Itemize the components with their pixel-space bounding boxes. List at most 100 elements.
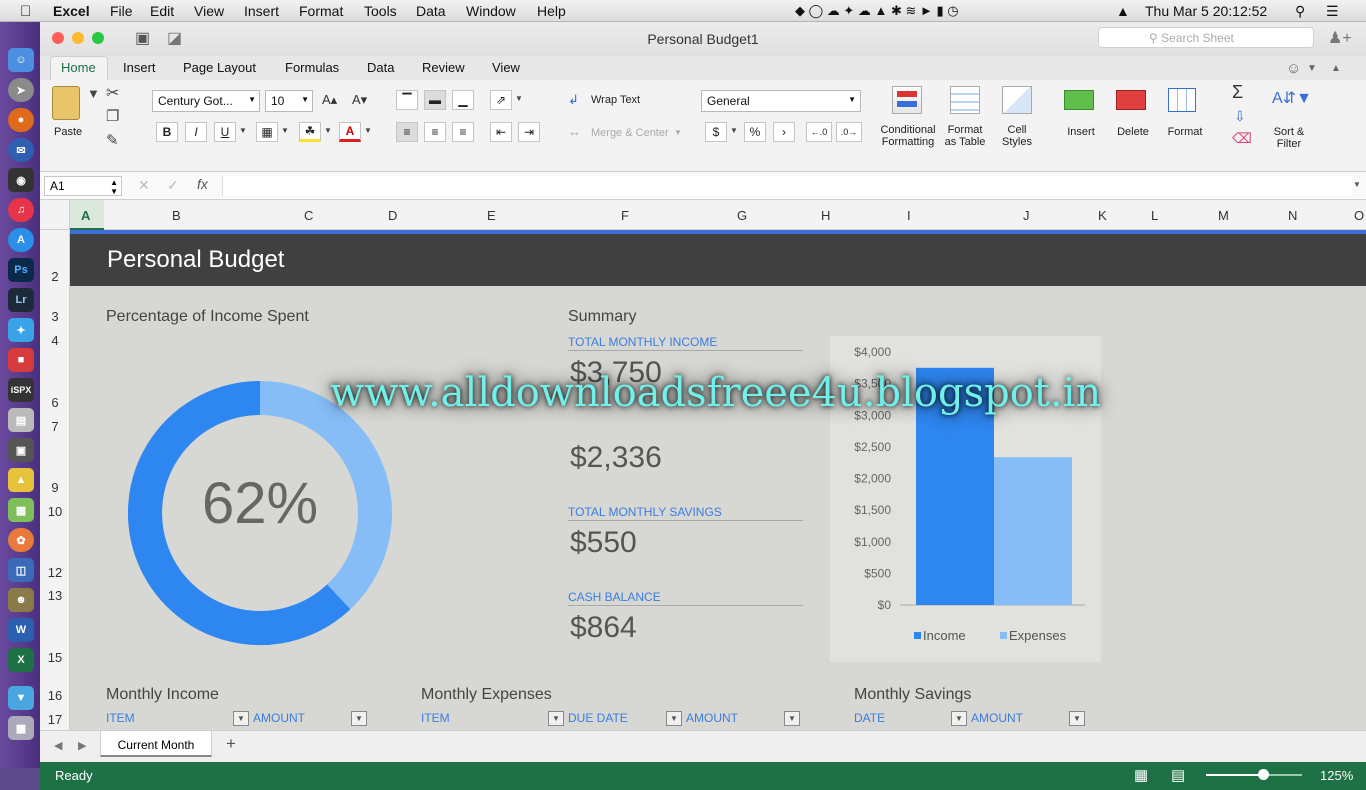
format-as-table-label-2[interactable]: as Table	[940, 136, 990, 148]
col-header-g[interactable]: G	[737, 208, 747, 223]
underline-button[interactable]: U	[214, 122, 236, 142]
smiley-dropdown-icon[interactable]: ▼	[1307, 63, 1317, 74]
align-top-icon[interactable]: ▔	[396, 90, 418, 110]
underline-dropdown-icon[interactable]: ▼	[239, 126, 247, 135]
font-color-dropdown-icon[interactable]: ▼	[364, 126, 372, 135]
increase-indent-icon[interactable]: ⇥	[518, 122, 540, 142]
expenses-due-date-filter-icon[interactable]: ▼	[666, 711, 682, 726]
expenses-amount-filter-icon[interactable]: ▼	[784, 711, 800, 726]
cancel-formula-icon[interactable]: ✕	[138, 177, 150, 194]
preview-icon[interactable]: ▦	[8, 498, 34, 522]
zoom-slider-knob[interactable]	[1258, 769, 1269, 780]
insert-cells-icon[interactable]	[1064, 90, 1094, 110]
normal-view-icon[interactable]: ▦	[1134, 766, 1148, 784]
insert-function-icon[interactable]: fx	[197, 176, 208, 192]
tab-review[interactable]: Review	[422, 60, 465, 75]
currency-button[interactable]: $	[705, 122, 727, 142]
col-header-e[interactable]: E	[487, 208, 496, 223]
lightroom-icon[interactable]: Lr	[8, 288, 34, 312]
status-icons[interactable]: ◆ ◯ ☁ ✦ ☁ ▲ ✱ ≋ ► ▮ ◷	[795, 3, 959, 19]
confirm-formula-icon[interactable]: ✓	[167, 177, 179, 194]
col-header-l[interactable]: L	[1151, 208, 1158, 223]
align-right-icon[interactable]: ≡	[452, 122, 474, 142]
cut-icon[interactable]: ✂	[106, 83, 119, 103]
menu-file[interactable]: File	[110, 3, 133, 19]
next-sheet-icon[interactable]: ▶	[78, 739, 86, 752]
format-as-table-icon[interactable]	[950, 86, 980, 114]
borders-icon[interactable]: ▦	[256, 122, 278, 142]
expenses-item-filter-icon[interactable]: ▼	[548, 711, 564, 726]
copy-icon[interactable]: ❐	[106, 107, 119, 125]
col-header-n[interactable]: N	[1288, 208, 1297, 223]
cell-styles-label-2[interactable]: Styles	[992, 136, 1042, 148]
merge-dropdown-icon[interactable]: ▼	[674, 128, 682, 137]
format-as-table-label-1[interactable]: Format	[940, 124, 990, 136]
activity-icon[interactable]: ◉	[8, 168, 34, 192]
photos-icon[interactable]: ✿	[8, 528, 34, 552]
formula-input[interactable]	[222, 176, 1352, 196]
row-header-3[interactable]: 3	[40, 309, 70, 324]
cell-styles-icon[interactable]	[1002, 86, 1032, 114]
bar-expenses[interactable]	[994, 457, 1072, 605]
twitter-icon[interactable]: ✦	[8, 318, 34, 342]
row-header-6[interactable]: 6	[40, 395, 70, 410]
delete-label[interactable]: Delete	[1108, 126, 1158, 138]
tab-current-month[interactable]: Current Month	[100, 731, 212, 757]
downloads-folder-icon[interactable]: ▼	[8, 686, 34, 710]
itunes-icon[interactable]: ♫	[8, 198, 34, 222]
shrink-font-icon[interactable]: A▾	[352, 92, 367, 108]
launchpad-icon[interactable]: ➤	[8, 78, 34, 102]
zoom-level[interactable]: 125%	[1320, 768, 1353, 783]
format-label[interactable]: Format	[1160, 126, 1210, 138]
menu-window[interactable]: Window	[466, 3, 516, 19]
conditional-formatting-icon[interactable]	[892, 86, 922, 114]
row-header-13[interactable]: 13	[40, 588, 70, 603]
font-color-icon[interactable]: A	[339, 122, 361, 142]
align-center-icon[interactable]: ≡	[424, 122, 446, 142]
menu-data[interactable]: Data	[416, 3, 446, 19]
row-header-2[interactable]: 2	[40, 269, 70, 284]
tab-home[interactable]: Home	[61, 60, 96, 75]
col-header-o[interactable]: O	[1354, 208, 1364, 223]
conditional-formatting-label-1[interactable]: Conditional	[880, 124, 936, 136]
increase-decimal-icon[interactable]: ←.0	[806, 122, 832, 142]
popcorn-icon[interactable]: ■	[8, 348, 34, 372]
grow-font-icon[interactable]: A▴	[322, 92, 337, 108]
menu-tools[interactable]: Tools	[364, 3, 397, 19]
vlc-icon[interactable]: ▲	[8, 468, 34, 492]
income-item-filter-icon[interactable]: ▼	[233, 711, 249, 726]
col-header-a[interactable]: A	[81, 208, 90, 223]
menu-edit[interactable]: Edit	[150, 3, 174, 19]
page-layout-view-icon[interactable]: ▤	[1171, 766, 1185, 784]
bold-button[interactable]: B	[156, 122, 178, 142]
row-header-7[interactable]: 7	[40, 419, 70, 434]
tab-page-layout[interactable]: Page Layout	[183, 60, 256, 75]
share-user-icon[interactable]: ♟+	[1328, 28, 1352, 48]
row-header-4[interactable]: 4	[40, 333, 70, 348]
merge-center-label[interactable]: Merge & Center	[591, 127, 669, 139]
up-arrow-icon[interactable]: ▲	[1116, 3, 1130, 19]
col-header-i[interactable]: I	[907, 208, 911, 223]
sort-filter-label-1[interactable]: Sort &	[1264, 126, 1314, 138]
sort-filter-label-2[interactable]: Filter	[1264, 138, 1314, 150]
row-header-15[interactable]: 15	[40, 650, 70, 665]
worksheet[interactable]: Personal Budget Percentage of Income Spe…	[70, 230, 1366, 730]
menu-help[interactable]: Help	[537, 3, 566, 19]
menu-list-icon[interactable]: ☰	[1326, 3, 1339, 20]
align-bottom-icon[interactable]: ▁	[452, 90, 474, 110]
app-menu[interactable]: Excel	[53, 3, 90, 19]
excel-icon[interactable]: X	[8, 648, 34, 672]
word-icon[interactable]: W	[8, 618, 34, 642]
add-sheet-button[interactable]: +	[226, 734, 236, 754]
sort-filter-icon[interactable]: A⇵▼	[1272, 88, 1312, 108]
decrease-indent-icon[interactable]: ⇤	[490, 122, 512, 142]
format-painter-icon[interactable]: ✎	[106, 131, 119, 149]
row-header-10[interactable]: 10	[40, 504, 70, 519]
col-header-h[interactable]: H	[821, 208, 830, 223]
percent-button[interactable]: %	[744, 122, 766, 142]
orientation-icon[interactable]: ⇗	[490, 90, 512, 110]
paste-label[interactable]: Paste	[54, 126, 82, 138]
align-left-icon[interactable]: ≡	[396, 122, 418, 142]
merge-center-icon[interactable]: ↔	[568, 124, 581, 139]
number-format-select[interactable]: General ▼	[701, 90, 861, 112]
